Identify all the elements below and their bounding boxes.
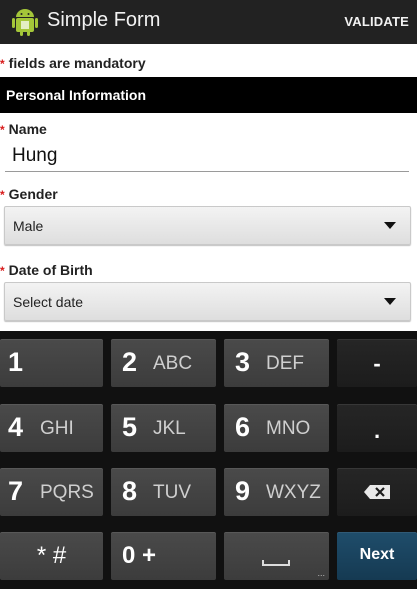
key-2-digit: 2: [122, 347, 138, 377]
key-7-letters: PQRS: [40, 482, 94, 503]
gender-selected-value: Male: [13, 218, 44, 234]
dob-select[interactable]: Select date: [4, 282, 411, 321]
dob-selected-value: Select date: [13, 294, 84, 310]
gender-label: * Gender: [0, 186, 58, 202]
key-6-letters: MNO: [266, 418, 311, 439]
key-0-plus-label: 0 +: [122, 542, 157, 569]
key-next[interactable]: Next: [337, 532, 417, 580]
name-label-text: Name: [8, 121, 47, 137]
key-3-letters: DEF: [266, 353, 304, 374]
key-1-digit: 1: [8, 347, 24, 377]
backspace-icon: [364, 485, 390, 499]
mandatory-note-text: fields are mandatory: [8, 55, 146, 71]
key-9-digit: 9: [235, 476, 251, 506]
numeric-keyboard: 1 2 ABC 3 DEF - 4 GHI 5 JKL 6 MNO . 7 PQ…: [0, 331, 417, 589]
dropdown-arrow-icon: [384, 222, 396, 229]
required-star-icon: *: [0, 123, 5, 137]
key-2-letters: ABC: [153, 353, 193, 374]
key-5-letters: JKL: [153, 418, 186, 439]
key-6[interactable]: 6 MNO: [224, 404, 329, 452]
key-star-hash-label: * #: [36, 542, 67, 569]
key-0-plus[interactable]: 0 +: [111, 532, 216, 580]
section-header-personal-information: Personal Information: [0, 77, 417, 113]
mandatory-note: * fields are mandatory: [0, 55, 146, 71]
key-4-digit: 4: [8, 412, 24, 442]
required-star-icon: *: [0, 264, 5, 278]
key-space-dots: ...: [317, 568, 325, 578]
action-bar: Simple Form VALIDATE: [0, 0, 417, 44]
key-8-digit: 8: [122, 476, 138, 506]
key-4-letters: GHI: [40, 418, 74, 439]
key-8[interactable]: 8 TUV: [111, 468, 216, 516]
key-2[interactable]: 2 ABC: [111, 339, 216, 387]
required-star-icon: *: [0, 57, 5, 71]
required-star-icon: *: [0, 188, 5, 202]
key-1[interactable]: 1: [0, 339, 103, 387]
name-input[interactable]: [5, 140, 409, 172]
key-3-digit: 3: [235, 347, 251, 377]
app-title: Simple Form: [47, 9, 161, 31]
form-area: * fields are mandatory Personal Informati…: [0, 44, 417, 331]
key-9-letters: WXYZ: [266, 482, 321, 503]
key-next-label: Next: [359, 546, 395, 563]
key-5[interactable]: 5 JKL: [111, 404, 216, 452]
key-space[interactable]: ...: [224, 532, 329, 580]
key-dash[interactable]: -: [337, 339, 417, 387]
key-backspace[interactable]: [337, 468, 417, 516]
validate-button[interactable]: VALIDATE: [344, 14, 409, 29]
key-6-digit: 6: [235, 412, 251, 442]
key-8-letters: TUV: [153, 482, 191, 503]
key-7[interactable]: 7 PQRS: [0, 468, 103, 516]
key-dash-label: -: [373, 351, 381, 376]
key-4[interactable]: 4 GHI: [0, 404, 103, 452]
android-app-icon: [12, 9, 38, 36]
key-9[interactable]: 9 WXYZ: [224, 468, 329, 516]
key-period-label: .: [373, 418, 381, 443]
space-icon: [262, 560, 290, 566]
dropdown-arrow-icon: [384, 298, 396, 305]
gender-select[interactable]: Male: [4, 206, 411, 245]
name-label: * Name: [0, 121, 47, 137]
key-7-digit: 7: [8, 476, 24, 506]
key-3[interactable]: 3 DEF: [224, 339, 329, 387]
gender-label-text: Gender: [8, 186, 58, 202]
key-star-hash[interactable]: * #: [0, 532, 103, 580]
dob-label: * Date of Birth: [0, 262, 93, 278]
key-5-digit: 5: [122, 412, 138, 442]
dob-label-text: Date of Birth: [8, 262, 93, 278]
key-period[interactable]: .: [337, 404, 417, 452]
